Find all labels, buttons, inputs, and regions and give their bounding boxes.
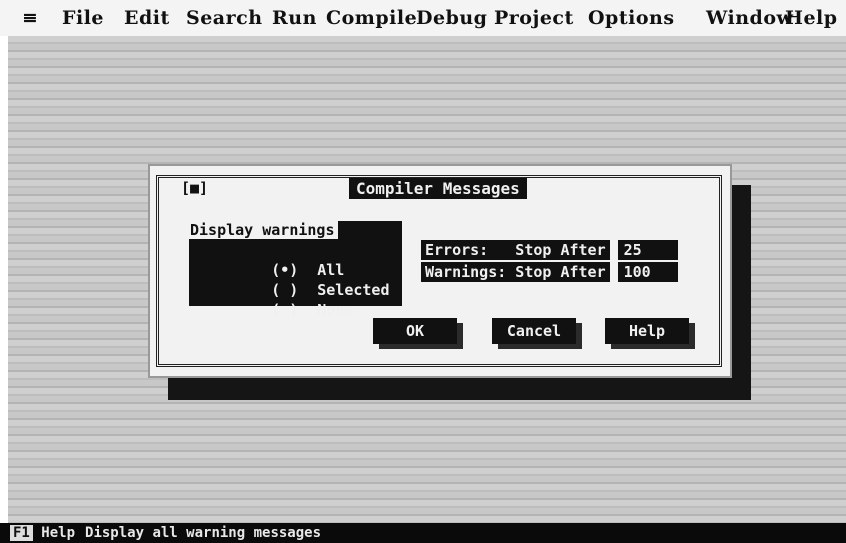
menu-edit[interactable]: Edit xyxy=(124,7,170,29)
status-bar: F1 Help Display all warning messages xyxy=(0,523,846,543)
ok-button[interactable]: OK xyxy=(373,318,457,344)
warnings-row: Warnings: Stop After 100 xyxy=(421,261,678,283)
errors-label: Errors: Stop After xyxy=(421,240,610,260)
status-help-shortcut[interactable]: F1 Help xyxy=(0,525,75,541)
display-warnings-label: Display warnings xyxy=(187,221,338,239)
menu-run[interactable]: Run xyxy=(272,7,317,29)
menu-options[interactable]: Options xyxy=(588,7,675,29)
menu-file[interactable]: File xyxy=(62,7,104,29)
system-menu[interactable]: ≡ xyxy=(22,7,38,29)
warnings-label: Warnings: Stop After xyxy=(421,262,610,282)
radio-none[interactable]: ( ) None xyxy=(199,283,353,337)
status-hint: Display all warning messages xyxy=(85,525,322,541)
dialog-title: Compiler Messages xyxy=(349,178,527,199)
menu-compile[interactable]: Compile xyxy=(326,7,417,29)
menu-search[interactable]: Search xyxy=(186,7,263,29)
dialog-frame: [■] Compiler Messages Display warnings (… xyxy=(156,175,722,367)
menu-window[interactable]: Window xyxy=(706,7,793,29)
help-button[interactable]: Help xyxy=(605,318,689,344)
status-key: F1 xyxy=(10,525,33,541)
status-key-label: Help xyxy=(41,525,76,541)
radio-label: None xyxy=(317,301,354,319)
errors-row: Errors: Stop After 25 xyxy=(421,239,678,261)
cancel-button[interactable]: Cancel xyxy=(492,318,576,344)
compiler-messages-dialog: [■] Compiler Messages Display warnings (… xyxy=(148,164,732,378)
errors-input[interactable]: 25 xyxy=(617,240,678,260)
warnings-input[interactable]: 100 xyxy=(617,262,678,282)
close-box[interactable]: [■] xyxy=(179,179,211,197)
menu-bar: ≡ File Edit Search Run Compile Debug Pro… xyxy=(0,0,846,36)
radio-mark: ( ) xyxy=(271,301,299,319)
menu-project[interactable]: Project xyxy=(494,7,574,29)
display-warnings-group: Display warnings (•) All ( ) Selected ( ) N… xyxy=(187,221,402,319)
menu-debug[interactable]: Debug xyxy=(416,7,487,29)
menu-help[interactable]: Help xyxy=(785,7,838,29)
